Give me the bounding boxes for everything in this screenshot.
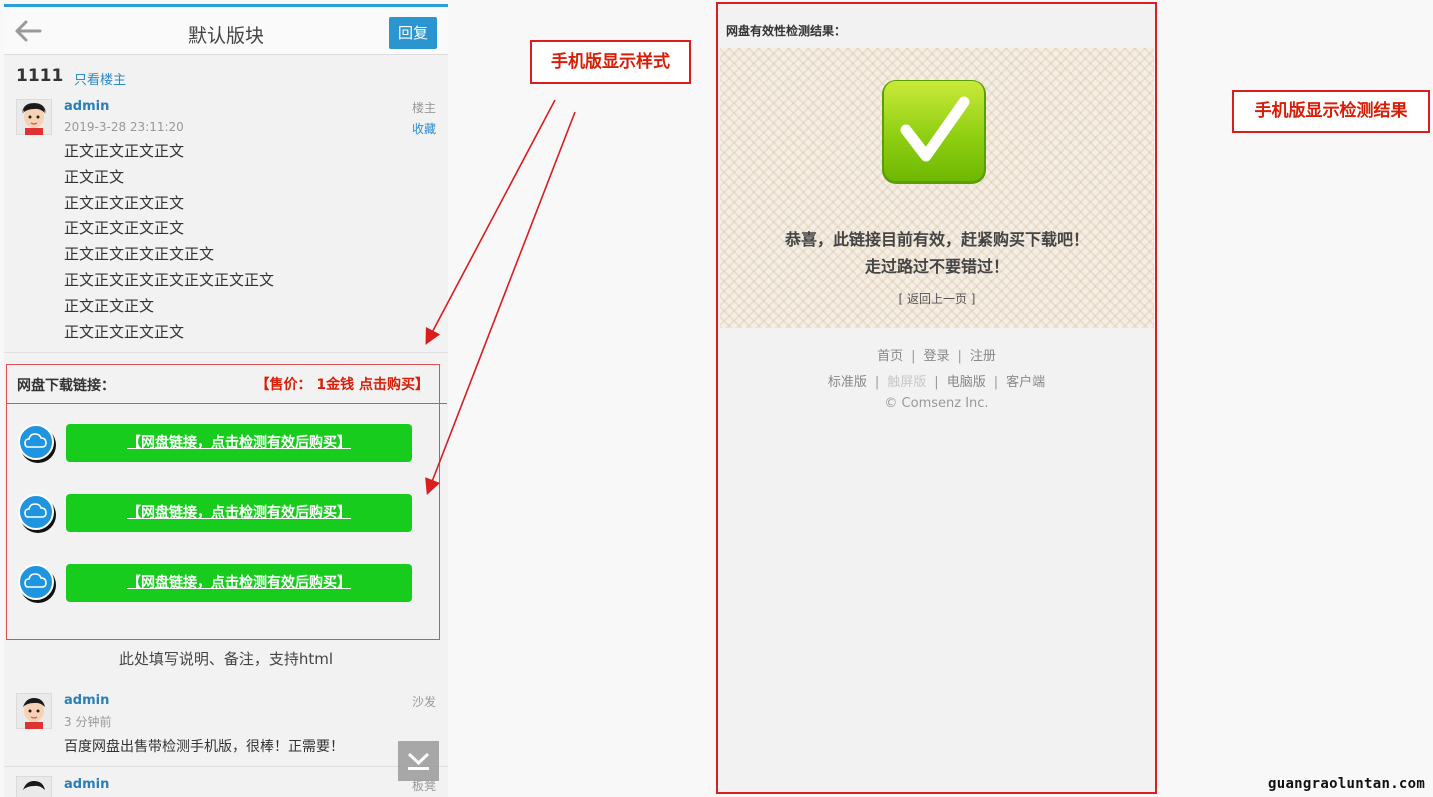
pan-link-button[interactable]: 【网盘链接，点击检测有效后购买】 [66,424,412,462]
post-body-line: 正文正文正文正文 [64,193,185,212]
result-heading: 网盘有效性检测结果： [726,24,847,38]
chevron-down-icon[interactable] [398,741,439,781]
divider [4,352,448,353]
only-author-link[interactable]: 只看楼主 [74,69,126,88]
post-body-line: 正文正文正文 [64,296,155,315]
reply-floor-label: 沙发 [411,695,436,709]
cloud-icon [18,494,56,533]
success-message: 恭喜，此链接目前有效，赶紧购买下载吧！ [784,230,1089,249]
post-body-line: 正文正文正文正文 [64,219,185,238]
post-time: 2019-3-28 23:11:20 [64,120,184,134]
avatar-icon[interactable] [16,693,52,729]
success-subtitle: 走过路过不要错过！ [864,257,1009,276]
copyright: © Comsenz Inc. [884,396,989,411]
post-author[interactable]: admin [64,99,109,114]
post-body-line: 正文正文正文正文正文 [64,245,215,264]
footer-sep: | [874,375,880,390]
favorite-link[interactable]: 收藏 [412,120,436,137]
buy-price-link[interactable]: 【售价： 1金钱 点击购买】 [256,374,430,394]
next-post-author[interactable]: admin [64,777,109,792]
back-link[interactable]: [ 返回上一页 ] [720,290,1154,307]
divider [4,766,448,767]
post-body-line: 正文正文 [64,167,125,186]
pc-version-link[interactable]: 电脑版 [947,375,986,390]
top-bar: 默认版块 回复 [4,7,448,55]
footer-sep: | [934,375,939,390]
pan-link-button[interactable]: 【网盘链接，点击检测有效后购买】 [66,564,412,602]
cloud-icon [18,424,56,463]
thread-title: 1111 [16,66,64,86]
pan-title: 网盘下载链接： [17,378,115,394]
result-panel: 恭喜，此链接目前有效，赶紧购买下载吧！ 走过路过不要错过！ [ 返回上一页 ] [720,48,1154,328]
reply-button[interactable]: 回复 [389,17,437,49]
pan-divider [7,403,447,404]
avatar-icon[interactable] [16,99,52,135]
watermark: guangraoluntan.com [1268,776,1426,792]
mobile-post-view: 默认版块 回复 1111 只看楼主 admin 2019-3-28 23:11:… [4,4,448,797]
post-body-line: 正文正文正文正文正文正文正文 [64,270,275,289]
pan-link-button[interactable]: 【网盘链接，点击检测有效后购买】 [66,494,412,532]
footer-login-link[interactable]: 登录 [923,349,949,364]
check-icon [882,80,986,184]
forum-title: 默认版块 [187,25,264,47]
reply-author[interactable]: admin [64,693,109,708]
post-body: 正文正文正文正文 正文正文 正文正文正文正文 正文正文正文正文 正文正文正文正文… [64,139,274,345]
footer-sep: | [993,375,999,390]
reply-body: 百度网盘出售带检测手机版，很棒！正需要！ [64,739,344,755]
pan-download-box: 网盘下载链接： 【售价： 1金钱 点击购买】 【网盘链接，点击检测有效后购买】 … [6,364,447,640]
mobile-result-view: 网盘有效性检测结果： 恭喜，此链接目前有效，赶紧购买下载吧！ 走过路过不要错过！… [716,2,1157,794]
footer-register-link[interactable]: 注册 [970,349,996,364]
floor-label: 楼主 [411,101,436,115]
annotation-mobile-result: 手机版显示检测结果 [1232,90,1430,133]
annotation-mobile-style: 手机版显示样式 [530,40,691,84]
footer-sep: | [957,349,962,364]
footer-versions: 标准版 | 触屏版 | 电脑版 | 客户端 [718,371,1155,390]
cloud-icon [18,564,56,603]
post-body-line: 正文正文正文正文 [64,322,185,341]
reply-time: 3 分钟前 [64,715,112,729]
footer-sep: | [911,349,916,364]
touch-version-link: 触屏版 [887,375,927,390]
client-link[interactable]: 客户端 [1006,375,1045,390]
standard-version-link[interactable]: 标准版 [828,375,867,390]
pan-note: 此处填写说明、备注，支持html [118,650,334,668]
footer-nav: 首页 | 登录 | 注册 [718,345,1155,364]
footer-home-link[interactable]: 首页 [877,349,903,364]
post-body-line: 正文正文正文正文 [64,142,185,160]
avatar-icon[interactable] [16,776,52,797]
